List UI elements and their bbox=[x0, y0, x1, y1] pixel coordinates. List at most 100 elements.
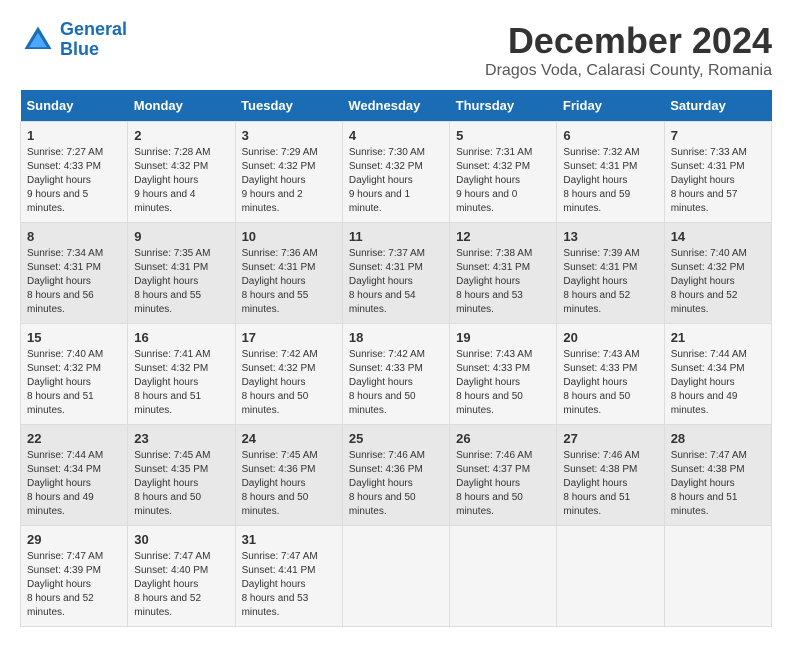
weekday-header-sunday: Sunday bbox=[21, 90, 128, 122]
month-title: December 2024 bbox=[485, 20, 772, 62]
weekday-header-saturday: Saturday bbox=[664, 90, 771, 122]
calendar-cell: 19 Sunrise: 7:43 AM Sunset: 4:33 PM Dayl… bbox=[450, 324, 557, 425]
day-number: 14 bbox=[671, 229, 765, 244]
calendar-cell: 11 Sunrise: 7:37 AM Sunset: 4:31 PM Dayl… bbox=[342, 223, 449, 324]
day-info: Sunrise: 7:31 AM Sunset: 4:32 PM Dayligh… bbox=[456, 146, 550, 216]
calendar-cell: 22 Sunrise: 7:44 AM Sunset: 4:34 PM Dayl… bbox=[21, 425, 128, 526]
day-info: Sunrise: 7:45 AM Sunset: 4:35 PM Dayligh… bbox=[134, 449, 228, 519]
weekday-header-tuesday: Tuesday bbox=[235, 90, 342, 122]
calendar-cell: 31 Sunrise: 7:47 AM Sunset: 4:41 PM Dayl… bbox=[235, 526, 342, 627]
calendar-cell: 5 Sunrise: 7:31 AM Sunset: 4:32 PM Dayli… bbox=[450, 122, 557, 223]
day-number: 11 bbox=[349, 229, 443, 244]
day-number: 9 bbox=[134, 229, 228, 244]
logo-icon bbox=[20, 22, 56, 58]
calendar-cell: 27 Sunrise: 7:46 AM Sunset: 4:38 PM Dayl… bbox=[557, 425, 664, 526]
day-number: 7 bbox=[671, 128, 765, 143]
day-number: 13 bbox=[563, 229, 657, 244]
day-info: Sunrise: 7:47 AM Sunset: 4:38 PM Dayligh… bbox=[671, 449, 765, 519]
day-info: Sunrise: 7:42 AM Sunset: 4:32 PM Dayligh… bbox=[242, 348, 336, 418]
calendar-table: SundayMondayTuesdayWednesdayThursdayFrid… bbox=[20, 90, 772, 627]
day-number: 12 bbox=[456, 229, 550, 244]
day-number: 16 bbox=[134, 330, 228, 345]
weekday-row: SundayMondayTuesdayWednesdayThursdayFrid… bbox=[21, 90, 772, 122]
weekday-header-wednesday: Wednesday bbox=[342, 90, 449, 122]
day-info: Sunrise: 7:47 AM Sunset: 4:40 PM Dayligh… bbox=[134, 550, 228, 620]
day-info: Sunrise: 7:33 AM Sunset: 4:31 PM Dayligh… bbox=[671, 146, 765, 216]
calendar-cell: 24 Sunrise: 7:45 AM Sunset: 4:36 PM Dayl… bbox=[235, 425, 342, 526]
weekday-header-thursday: Thursday bbox=[450, 90, 557, 122]
week-row-2: 8 Sunrise: 7:34 AM Sunset: 4:31 PM Dayli… bbox=[21, 223, 772, 324]
weekday-header-friday: Friday bbox=[557, 90, 664, 122]
calendar-cell: 15 Sunrise: 7:40 AM Sunset: 4:32 PM Dayl… bbox=[21, 324, 128, 425]
day-number: 6 bbox=[563, 128, 657, 143]
calendar-body: 1 Sunrise: 7:27 AM Sunset: 4:33 PM Dayli… bbox=[21, 122, 772, 627]
calendar-cell: 16 Sunrise: 7:41 AM Sunset: 4:32 PM Dayl… bbox=[128, 324, 235, 425]
calendar-cell: 6 Sunrise: 7:32 AM Sunset: 4:31 PM Dayli… bbox=[557, 122, 664, 223]
day-info: Sunrise: 7:46 AM Sunset: 4:37 PM Dayligh… bbox=[456, 449, 550, 519]
calendar-cell: 4 Sunrise: 7:30 AM Sunset: 4:32 PM Dayli… bbox=[342, 122, 449, 223]
calendar-cell: 28 Sunrise: 7:47 AM Sunset: 4:38 PM Dayl… bbox=[664, 425, 771, 526]
day-number: 25 bbox=[349, 431, 443, 446]
calendar-cell: 1 Sunrise: 7:27 AM Sunset: 4:33 PM Dayli… bbox=[21, 122, 128, 223]
day-info: Sunrise: 7:27 AM Sunset: 4:33 PM Dayligh… bbox=[27, 146, 121, 216]
calendar-cell: 2 Sunrise: 7:28 AM Sunset: 4:32 PM Dayli… bbox=[128, 122, 235, 223]
weekday-header-monday: Monday bbox=[128, 90, 235, 122]
day-number: 4 bbox=[349, 128, 443, 143]
calendar-cell: 13 Sunrise: 7:39 AM Sunset: 4:31 PM Dayl… bbox=[557, 223, 664, 324]
calendar-cell: 20 Sunrise: 7:43 AM Sunset: 4:33 PM Dayl… bbox=[557, 324, 664, 425]
day-info: Sunrise: 7:43 AM Sunset: 4:33 PM Dayligh… bbox=[456, 348, 550, 418]
day-number: 19 bbox=[456, 330, 550, 345]
calendar-cell: 30 Sunrise: 7:47 AM Sunset: 4:40 PM Dayl… bbox=[128, 526, 235, 627]
day-number: 15 bbox=[27, 330, 121, 345]
day-number: 1 bbox=[27, 128, 121, 143]
calendar-cell: 18 Sunrise: 7:42 AM Sunset: 4:33 PM Dayl… bbox=[342, 324, 449, 425]
week-row-4: 22 Sunrise: 7:44 AM Sunset: 4:34 PM Dayl… bbox=[21, 425, 772, 526]
day-info: Sunrise: 7:36 AM Sunset: 4:31 PM Dayligh… bbox=[242, 247, 336, 317]
day-info: Sunrise: 7:30 AM Sunset: 4:32 PM Dayligh… bbox=[349, 146, 443, 216]
title-section: December 2024 Dragos Voda, Calarasi Coun… bbox=[485, 20, 772, 80]
day-number: 3 bbox=[242, 128, 336, 143]
day-number: 28 bbox=[671, 431, 765, 446]
calendar-cell: 3 Sunrise: 7:29 AM Sunset: 4:32 PM Dayli… bbox=[235, 122, 342, 223]
day-number: 29 bbox=[27, 532, 121, 547]
logo-text: General Blue bbox=[60, 20, 127, 60]
day-info: Sunrise: 7:43 AM Sunset: 4:33 PM Dayligh… bbox=[563, 348, 657, 418]
calendar-cell: 26 Sunrise: 7:46 AM Sunset: 4:37 PM Dayl… bbox=[450, 425, 557, 526]
calendar-cell bbox=[557, 526, 664, 627]
day-number: 27 bbox=[563, 431, 657, 446]
calendar-header: SundayMondayTuesdayWednesdayThursdayFrid… bbox=[21, 90, 772, 122]
day-info: Sunrise: 7:47 AM Sunset: 4:39 PM Dayligh… bbox=[27, 550, 121, 620]
day-info: Sunrise: 7:28 AM Sunset: 4:32 PM Dayligh… bbox=[134, 146, 228, 216]
day-number: 24 bbox=[242, 431, 336, 446]
day-info: Sunrise: 7:40 AM Sunset: 4:32 PM Dayligh… bbox=[671, 247, 765, 317]
day-info: Sunrise: 7:41 AM Sunset: 4:32 PM Dayligh… bbox=[134, 348, 228, 418]
calendar-cell: 7 Sunrise: 7:33 AM Sunset: 4:31 PM Dayli… bbox=[664, 122, 771, 223]
day-info: Sunrise: 7:46 AM Sunset: 4:38 PM Dayligh… bbox=[563, 449, 657, 519]
day-number: 30 bbox=[134, 532, 228, 547]
day-info: Sunrise: 7:45 AM Sunset: 4:36 PM Dayligh… bbox=[242, 449, 336, 519]
logo: General Blue bbox=[20, 20, 127, 60]
day-number: 17 bbox=[242, 330, 336, 345]
day-number: 21 bbox=[671, 330, 765, 345]
day-info: Sunrise: 7:44 AM Sunset: 4:34 PM Dayligh… bbox=[671, 348, 765, 418]
day-info: Sunrise: 7:35 AM Sunset: 4:31 PM Dayligh… bbox=[134, 247, 228, 317]
day-info: Sunrise: 7:42 AM Sunset: 4:33 PM Dayligh… bbox=[349, 348, 443, 418]
day-info: Sunrise: 7:34 AM Sunset: 4:31 PM Dayligh… bbox=[27, 247, 121, 317]
calendar-cell: 29 Sunrise: 7:47 AM Sunset: 4:39 PM Dayl… bbox=[21, 526, 128, 627]
week-row-5: 29 Sunrise: 7:47 AM Sunset: 4:39 PM Dayl… bbox=[21, 526, 772, 627]
day-number: 31 bbox=[242, 532, 336, 547]
day-info: Sunrise: 7:40 AM Sunset: 4:32 PM Dayligh… bbox=[27, 348, 121, 418]
day-number: 2 bbox=[134, 128, 228, 143]
calendar-cell: 10 Sunrise: 7:36 AM Sunset: 4:31 PM Dayl… bbox=[235, 223, 342, 324]
day-number: 10 bbox=[242, 229, 336, 244]
calendar-cell bbox=[450, 526, 557, 627]
day-info: Sunrise: 7:47 AM Sunset: 4:41 PM Dayligh… bbox=[242, 550, 336, 620]
calendar-cell: 17 Sunrise: 7:42 AM Sunset: 4:32 PM Dayl… bbox=[235, 324, 342, 425]
day-number: 8 bbox=[27, 229, 121, 244]
day-info: Sunrise: 7:37 AM Sunset: 4:31 PM Dayligh… bbox=[349, 247, 443, 317]
day-number: 23 bbox=[134, 431, 228, 446]
week-row-3: 15 Sunrise: 7:40 AM Sunset: 4:32 PM Dayl… bbox=[21, 324, 772, 425]
day-number: 18 bbox=[349, 330, 443, 345]
week-row-1: 1 Sunrise: 7:27 AM Sunset: 4:33 PM Dayli… bbox=[21, 122, 772, 223]
day-info: Sunrise: 7:29 AM Sunset: 4:32 PM Dayligh… bbox=[242, 146, 336, 216]
